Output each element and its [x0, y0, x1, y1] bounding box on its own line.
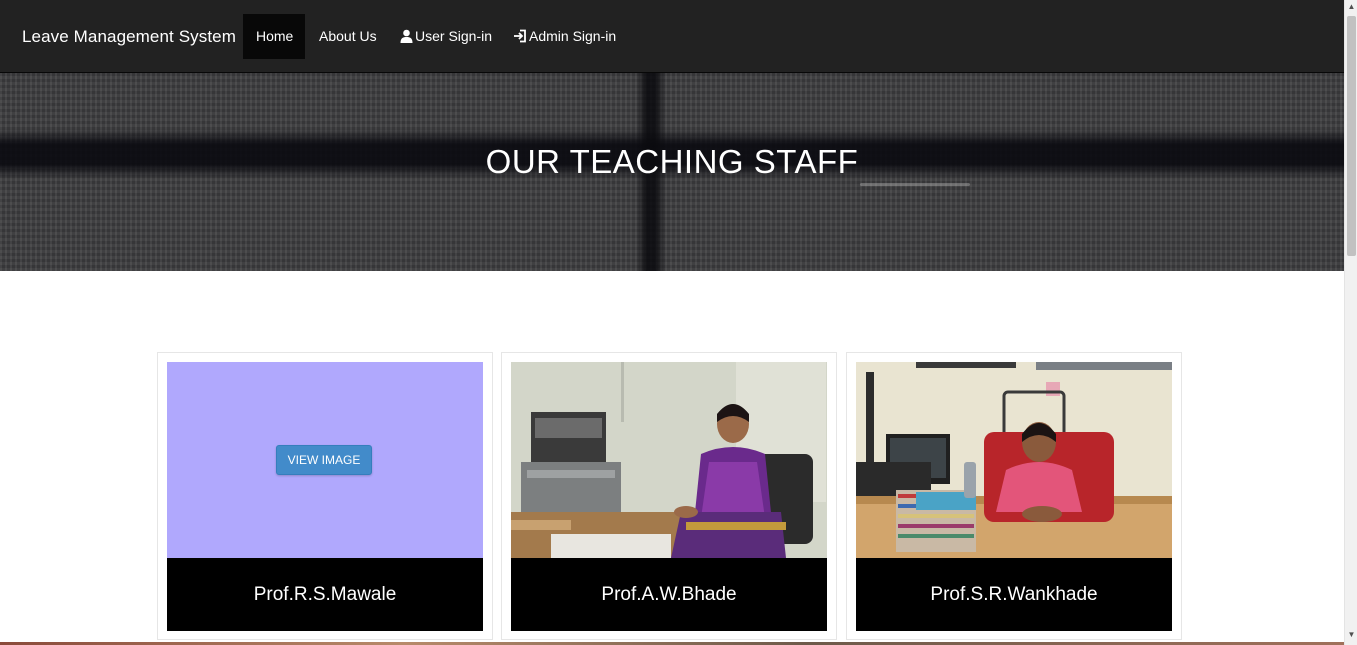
user-icon [400, 16, 413, 61]
scroll-up-arrow-icon[interactable]: ▲ [1345, 0, 1357, 14]
staff-photo-illustration [856, 362, 1172, 558]
hero-title: OUR TEACHING STAFF [485, 143, 859, 180]
staff-name: Prof.A.W.Bhade [511, 558, 827, 631]
top-navbar: Leave Management System Home About Us Us… [0, 0, 1344, 73]
nav-admin-sign-in[interactable]: Admin Sign-in [500, 14, 629, 59]
sign-in-icon [513, 16, 527, 61]
hero-banner: OUR TEACHING STAFF [0, 73, 1344, 271]
page-scrollbar[interactable]: ▲ ▼ [1344, 0, 1357, 645]
nav-home[interactable]: Home [243, 14, 305, 59]
scroll-thumb[interactable] [1347, 16, 1356, 256]
scroll-down-arrow-icon[interactable]: ▼ [1345, 628, 1357, 642]
staff-card: Prof.S.R.Wankhade [846, 352, 1182, 640]
staff-card: VIEW IMAGE Prof.R.S.Mawale [157, 352, 493, 640]
nav-admin-sign-in-label: Admin Sign-in [529, 28, 617, 44]
nav-about-us[interactable]: About Us [306, 14, 390, 59]
nav-user-sign-in-label: User Sign-in [415, 28, 493, 44]
staff-photo-illustration [511, 362, 827, 558]
staff-photo [856, 362, 1172, 558]
brand-link[interactable]: Leave Management System [22, 0, 236, 73]
staff-card: Prof.A.W.Bhade [501, 352, 837, 640]
staff-photo [511, 362, 827, 558]
staff-name: Prof.R.S.Mawale [167, 558, 483, 631]
view-image-button[interactable]: VIEW IMAGE [276, 445, 372, 475]
nav-home-label: Home [256, 28, 294, 44]
hero-background-glint [860, 183, 970, 186]
staff-name: Prof.S.R.Wankhade [856, 558, 1172, 631]
nav-user-sign-in[interactable]: User Sign-in [387, 14, 505, 59]
staff-photo-placeholder: VIEW IMAGE [167, 362, 483, 558]
nav-about-us-label: About Us [319, 28, 377, 44]
